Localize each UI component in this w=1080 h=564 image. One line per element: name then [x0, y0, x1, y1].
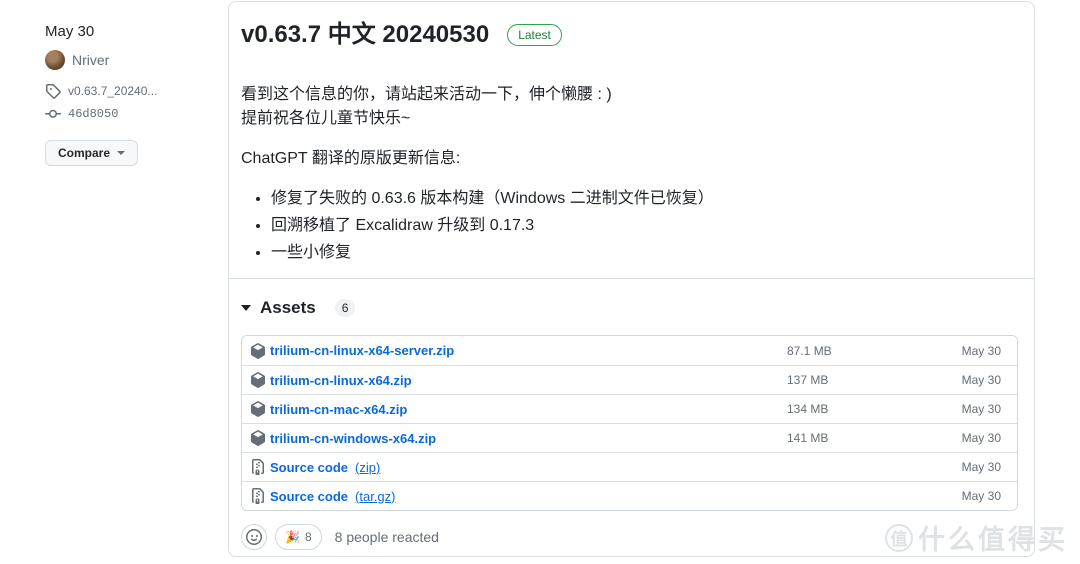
asset-link[interactable]: trilium-cn-linux-x64.zip	[270, 373, 412, 388]
release-card-body: v0.63.7 中文 20240530 Latest 看到这个信息的你，请站起来…	[229, 2, 1034, 265]
release-page: May 30 Nriver v0.63.7_20240... 46d8050 C…	[0, 0, 1080, 564]
reactions-bar: 🎉 8 8 people reacted	[241, 524, 1018, 550]
asset-row: trilium-cn-windows-x64.zip 141 MB May 30	[242, 423, 1017, 452]
changelog-item: 修复了失败的 0.63.6 版本构建（Windows 二进制文件已恢复）	[271, 187, 1018, 212]
assets-table: trilium-cn-linux-x64-server.zip 87.1 MB …	[241, 335, 1018, 511]
package-icon	[251, 430, 265, 446]
tada-reaction-pill[interactable]: 🎉 8	[275, 524, 322, 550]
asset-date: May 30	[961, 460, 1001, 474]
asset-row: Source code (zip) May 30	[242, 452, 1017, 481]
collapse-caret-icon	[241, 305, 251, 311]
asset-date: May 30	[961, 402, 1001, 416]
compare-button[interactable]: Compare	[45, 140, 139, 166]
changelog-item: 一些小修复	[271, 241, 1018, 266]
asset-link[interactable]: trilium-cn-linux-x64-server.zip	[270, 343, 454, 358]
asset-row: trilium-cn-linux-x64-server.zip 87.1 MB …	[242, 336, 1017, 365]
asset-date: May 30	[961, 431, 1001, 445]
notes-heading: ChatGPT 翻译的原版更新信息:	[241, 150, 461, 167]
release-notes: 看到这个信息的你，请站起来活动一下，伸个懒腰 : ) 提前祝各位儿童节快乐~ C…	[241, 83, 1018, 265]
asset-size: 134 MB	[787, 402, 829, 416]
asset-size: 137 MB	[787, 373, 829, 387]
latest-badge: Latest	[507, 24, 562, 46]
release-title-row: v0.63.7 中文 20240530 Latest	[241, 20, 1018, 50]
changelog-item: 回溯移植了 Excalidraw 升级到 0.17.3	[271, 214, 1018, 239]
tag-name[interactable]: v0.63.7_20240...	[68, 84, 157, 98]
release-sidebar: May 30 Nriver v0.63.7_20240... 46d8050 C…	[45, 23, 220, 166]
assets-count-badge: 6	[334, 299, 356, 317]
asset-row: trilium-cn-mac-x64.zip 134 MB May 30	[242, 394, 1017, 423]
tag-row[interactable]: v0.63.7_20240...	[45, 83, 220, 99]
add-reaction-button[interactable]	[241, 524, 267, 550]
asset-date: May 30	[961, 489, 1001, 503]
asset-link[interactable]: trilium-cn-windows-x64.zip	[270, 431, 436, 446]
asset-size: 87.1 MB	[787, 343, 832, 358]
commit-row[interactable]: 46d8050	[45, 106, 220, 122]
avatar[interactable]	[45, 50, 65, 70]
compare-button-label: Compare	[58, 146, 111, 160]
reaction-count: 8	[304, 530, 312, 544]
changelog-list: 修复了失败的 0.63.6 版本构建（Windows 二进制文件已恢复） 回溯移…	[241, 187, 1018, 265]
asset-row: Source code (tar.gz) May 30	[242, 481, 1017, 510]
assets-section: Assets 6 trilium-cn-linux-x64-server.zip…	[229, 278, 1034, 556]
author-name[interactable]: Nriver	[72, 52, 109, 68]
commit-sha[interactable]: 46d8050	[68, 107, 118, 121]
git-commit-icon	[45, 109, 61, 118]
source-code-format[interactable]: (tar.gz)	[355, 489, 395, 504]
release-intro-paragraph: 看到这个信息的你，请站起来活动一下，伸个懒腰 : ) 提前祝各位儿童节快乐~	[241, 83, 1018, 131]
package-icon	[251, 372, 265, 388]
dropdown-caret-icon	[117, 151, 126, 155]
asset-date: May 30	[961, 343, 1001, 358]
smiley-icon	[246, 529, 262, 545]
source-code-link[interactable]: Source code	[270, 460, 348, 475]
tada-emoji: 🎉	[285, 530, 300, 544]
asset-link[interactable]: trilium-cn-mac-x64.zip	[270, 402, 407, 417]
release-date: May 30	[45, 23, 95, 40]
assets-toggle[interactable]: Assets 6	[241, 298, 356, 318]
assets-heading: Assets	[260, 298, 316, 317]
release-title: v0.63.7 中文 20240530	[241, 21, 490, 48]
asset-size: 141 MB	[787, 431, 829, 445]
intro-line-2: 提前祝各位儿童节快乐~	[241, 110, 411, 127]
release-card: v0.63.7 中文 20240530 Latest 看到这个信息的你，请站起来…	[228, 1, 1035, 557]
asset-date: May 30	[961, 373, 1001, 387]
source-code-format[interactable]: (zip)	[355, 460, 380, 475]
reaction-summary: 8 people reacted	[334, 529, 439, 545]
asset-row: trilium-cn-linux-x64.zip 137 MB May 30	[242, 365, 1017, 394]
package-icon	[251, 401, 265, 417]
author-row[interactable]: Nriver	[45, 50, 220, 70]
tag-icon	[46, 84, 61, 99]
intro-line-1: 看到这个信息的你，请站起来活动一下，伸个懒腰 : )	[241, 86, 612, 103]
file-zip-icon	[252, 459, 264, 475]
package-icon	[251, 342, 265, 359]
file-zip-icon	[252, 488, 264, 504]
source-code-link[interactable]: Source code	[270, 489, 348, 504]
